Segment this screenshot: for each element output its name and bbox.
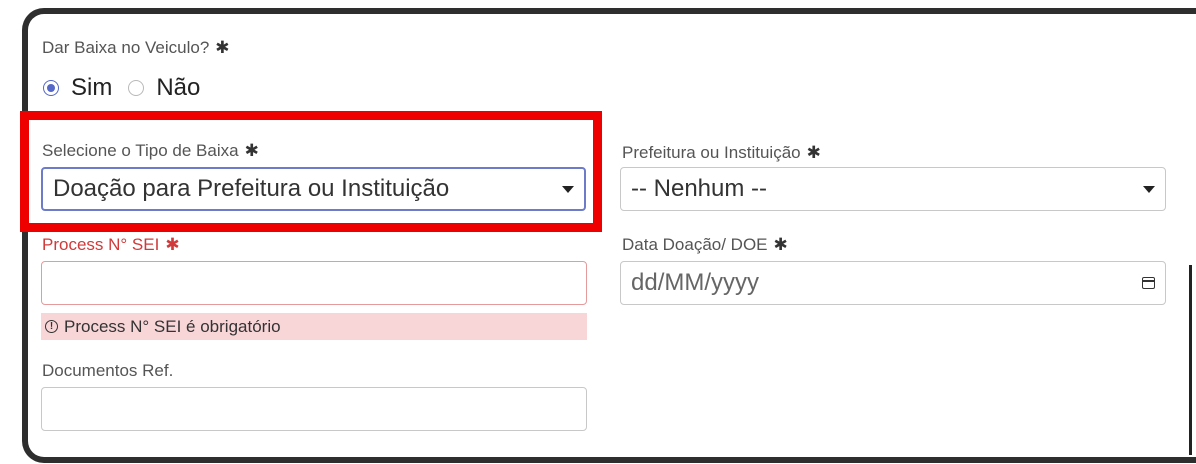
dar-baixa-radio-group: Sim Não [43,74,216,102]
dar-baixa-label: Dar Baixa no Veiculo? ✱ [42,38,230,58]
process-sei-error-text: Process N° SEI é obrigatório [64,316,281,336]
process-sei-label: Process N° SEI ✱ [42,235,180,255]
scrollbar[interactable] [1189,265,1192,455]
data-doacao-label-text: Data Doação/ DOE [622,235,768,254]
required-asterisk-icon: ✱ [215,38,230,57]
dropdown-caret-icon [1143,185,1155,193]
radio-sim-label[interactable]: Sim [71,74,112,102]
data-doacao-placeholder: dd/MM/yyyy [631,269,760,296]
radio-nao-label[interactable]: Não [156,74,200,102]
highlight-box [20,111,602,232]
required-asterisk-icon: ✱ [806,143,821,162]
prefeitura-selected-value: -- Nenhum -- [631,175,768,202]
prefeitura-select[interactable]: -- Nenhum -- [620,167,1166,211]
radio-sim[interactable] [43,80,59,96]
process-sei-error-message: ! Process N° SEI é obrigatório [41,313,587,340]
data-doacao-label: Data Doação/ DOE ✱ [622,235,788,255]
radio-nao[interactable] [128,80,145,96]
documentos-ref-label-text: Documentos Ref. [42,361,174,380]
process-sei-label-text: Process N° SEI [42,235,160,254]
required-asterisk-icon: ✱ [773,235,788,254]
dar-baixa-label-text: Dar Baixa no Veiculo? [42,38,210,57]
documentos-ref-input[interactable] [41,387,587,431]
prefeitura-label-text: Prefeitura ou Instituição [622,143,801,162]
data-doacao-input[interactable]: dd/MM/yyyy [620,261,1166,305]
process-sei-input[interactable] [41,261,587,305]
prefeitura-label: Prefeitura ou Instituição ✱ [622,143,821,163]
calendar-icon[interactable] [1142,277,1155,289]
error-clock-icon: ! [45,320,58,333]
documentos-ref-label: Documentos Ref. [42,361,173,381]
required-asterisk-icon: ✱ [165,235,180,254]
